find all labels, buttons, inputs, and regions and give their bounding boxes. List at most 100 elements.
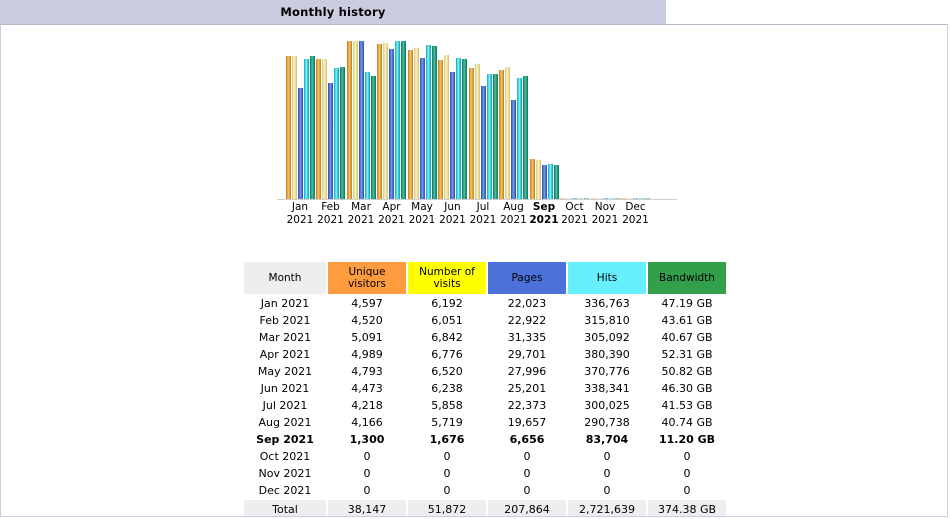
cell-number-of-visits: 6,051 (408, 313, 486, 328)
cell-unique-visitors: 4,218 (328, 398, 406, 413)
chart-x-label-year: 2021 (378, 214, 405, 226)
chart-x-label-year: 2021 (347, 214, 375, 226)
chart-x-label-year: 2021 (286, 214, 314, 226)
table-row: Apr 2021 4,989 6,776 29,701 380,390 52.31 GB (244, 347, 726, 362)
cell-bandwidth: 47.19 GB (648, 296, 726, 311)
chart-x-label-month: Sep (532, 201, 556, 213)
chart-bar-number-of-visits (383, 42, 388, 199)
cell-total-unique-visitors: 38,147 (328, 500, 406, 516)
chart-x-label-month: Nov (594, 201, 616, 213)
chart-bar-unique-visitors (285, 56, 291, 199)
chart-bar-pages (511, 99, 516, 199)
chart-month-group (346, 29, 376, 199)
chart-x-label-year: 2021 (561, 214, 588, 226)
column-header-bandwidth-label: Bandwidth (659, 272, 715, 284)
chart-bar-number-of-visits (474, 63, 480, 199)
table-row: Sep 2021 1,300 1,676 6,656 83,704 11.20 GB (244, 432, 726, 447)
chart-month-group (285, 29, 315, 199)
chart-x-label-year: 2021 (439, 214, 466, 226)
table-row: Nov 2021 0 0 0 0 0 (244, 466, 726, 481)
column-header-unique-visitors-label: Unique visitors (348, 266, 386, 290)
chart-bar-pages (297, 87, 303, 199)
cell-hits: 300,025 (568, 398, 646, 413)
table-row: Dec 2021 0 0 0 0 0 (244, 483, 726, 498)
chart-month-group (438, 29, 468, 199)
table-row: Feb 2021 4,520 6,051 22,922 315,810 43.61 GB (244, 313, 726, 328)
chart-bar-pages (480, 86, 486, 199)
chart-bar-pages (358, 41, 364, 199)
cell-bandwidth: 11.20 GB (648, 432, 726, 447)
chart-month-group (468, 29, 498, 199)
chart-month-group (621, 29, 651, 199)
cell-total-pages: 207,864 (488, 500, 566, 516)
chart-bar-hits (334, 67, 339, 199)
chart-month-group (316, 29, 346, 199)
chart-x-label-month: Oct (565, 201, 584, 213)
cell-bandwidth: 0 (648, 466, 726, 481)
table-body: Jan 2021 4,597 6,192 22,023 336,763 47.19 GB F… (244, 296, 726, 516)
cell-number-of-visits: 6,776 (408, 347, 486, 362)
chart-x-label: Mar 2021 (344, 201, 378, 227)
cell-pages: 22,922 (488, 313, 566, 328)
column-header-number-of-visits: Number of visits (408, 262, 486, 294)
chart-month-group (377, 29, 407, 199)
chart-bar-number-of-visits (352, 41, 358, 199)
cell-bandwidth: 43.61 GB (648, 313, 726, 328)
chart-bar-number-of-visits (322, 59, 327, 199)
table-total-row: Total 38,147 51,872 207,864 2,721,639 374.38 … (244, 500, 726, 516)
column-header-pages-label: Pages (511, 272, 543, 284)
table-row: Jul 2021 4,218 5,858 22,373 300,025 41.53 GB (244, 398, 726, 413)
cell-month: Sep 2021 (244, 432, 326, 447)
cell-number-of-visits: 0 (408, 449, 486, 464)
chart-bar-bandwidth (492, 73, 498, 199)
cell-month: Mar 2021 (244, 330, 326, 345)
cell-pages: 19,657 (488, 415, 566, 430)
cell-month: Nov 2021 (244, 466, 326, 481)
chart-bar-number-of-visits (413, 48, 419, 199)
chart-bar-pages (389, 49, 394, 199)
cell-unique-visitors: 5,091 (328, 330, 406, 345)
cell-month: Jul 2021 (244, 398, 326, 413)
cell-bandwidth: 0 (648, 483, 726, 498)
chart-month-group (560, 29, 590, 199)
cell-number-of-visits: 6,192 (408, 296, 486, 311)
chart-x-label-month: May (411, 201, 433, 213)
cell-number-of-visits: 5,719 (408, 415, 486, 430)
chart-bar-bandwidth (340, 67, 345, 199)
chart-bar-bandwidth (431, 45, 437, 199)
chart-month-group (529, 29, 559, 199)
cell-hits: 0 (568, 483, 646, 498)
cell-pages: 31,335 (488, 330, 566, 345)
cell-pages: 27,996 (488, 364, 566, 379)
chart-bar-hits (456, 58, 461, 199)
cell-unique-visitors: 4,989 (328, 347, 406, 362)
content-frame: Jan 2021 Feb 2021 Mar 2021 Apr 2021 May 2021 Jun 20… (0, 24, 948, 517)
chart-bar-pages (419, 57, 425, 199)
chart-bar-number-of-visits (505, 66, 510, 199)
cell-month: Apr 2021 (244, 347, 326, 362)
cell-hits: 0 (568, 449, 646, 464)
chart-bar-bandwidth (523, 75, 528, 199)
chart-bar-hits (395, 41, 400, 199)
table-row: Jan 2021 4,597 6,192 22,023 336,763 47.19 GB (244, 296, 726, 311)
cell-hits: 370,776 (568, 364, 646, 379)
chart-x-label-month: Dec (625, 201, 646, 213)
chart-x-label-month: Feb (321, 201, 340, 213)
chart-x-label-year: 2021 (591, 214, 619, 226)
table-row: Oct 2021 0 0 0 0 0 (244, 449, 726, 464)
chart-bar-hits (364, 72, 370, 199)
cell-hits: 338,341 (568, 381, 646, 396)
cell-month: Feb 2021 (244, 313, 326, 328)
chart-bar-bandwidth (462, 59, 467, 199)
cell-unique-visitors: 0 (328, 449, 406, 464)
chart-x-label: Nov 2021 (588, 201, 622, 227)
chart-x-label-month: Jun (444, 201, 461, 213)
cell-bandwidth: 0 (648, 449, 726, 464)
chart-bar-unique-visitors (499, 69, 504, 199)
cell-month: Jan 2021 (244, 296, 326, 311)
cell-month: Aug 2021 (244, 415, 326, 430)
chart-bar-hits (486, 74, 492, 199)
cell-bandwidth: 52.31 GB (648, 347, 726, 362)
chart-month-group (499, 29, 529, 199)
chart-bar-hits (303, 59, 309, 199)
